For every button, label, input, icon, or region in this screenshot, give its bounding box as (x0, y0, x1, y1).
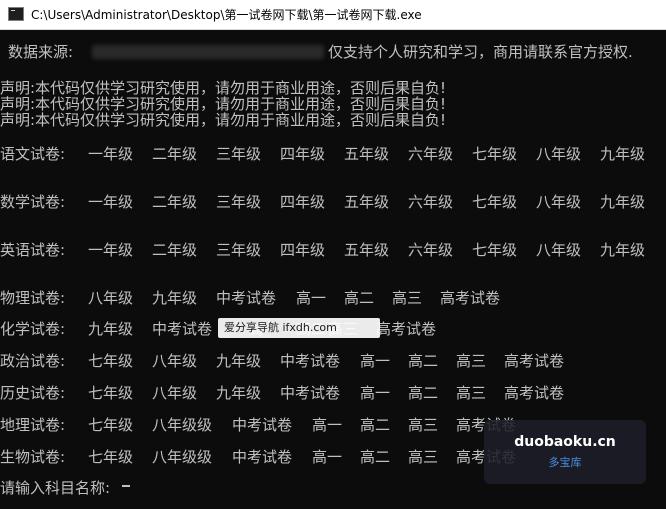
grade-option: 七年级 (88, 448, 134, 466)
grade-option: 九年级 (88, 320, 134, 338)
grade-option: 九年级 (216, 384, 262, 402)
grade-option: 高二 (344, 289, 375, 307)
grade-option: 六年级 (408, 241, 454, 259)
grade-option: 三年级 (216, 193, 262, 211)
grade-option: 高三 (392, 289, 423, 307)
source-label: 数据来源: (8, 43, 74, 61)
input-prompt: 请输入科目名称: (0, 479, 111, 497)
grade-option: 中考试卷 (232, 448, 293, 466)
grade-option: 九年级 (600, 145, 646, 163)
grade-option: 一年级 (88, 193, 134, 211)
grade-option: 四年级 (280, 145, 326, 163)
watermark-site-name: 多宝库 (548, 456, 582, 469)
grade-option: 高三 (408, 416, 439, 434)
subject-label: 政治试卷: (0, 352, 66, 370)
grade-option: 四年级 (280, 241, 326, 259)
grade-option: 高三 (456, 352, 487, 370)
grade-option: 八年级 (88, 289, 134, 307)
grade-option: 八年级 (152, 352, 198, 370)
grade-option: 高三 (456, 384, 487, 402)
grade-option: 一年级 (88, 145, 134, 163)
grade-option: 二年级 (152, 145, 198, 163)
subject-label: 数学试卷: (0, 193, 66, 211)
grade-option: 六年级 (408, 145, 454, 163)
grade-option: 中考试卷 (280, 384, 341, 402)
grade-option: 中考试卷 (232, 416, 293, 434)
subject-label: 语文试卷: (0, 145, 66, 163)
subject-label: 物理试卷: (0, 289, 66, 307)
grade-option: 高三 (408, 448, 439, 466)
grade-option: 二年级 (152, 193, 198, 211)
subject-label: 生物试卷: (0, 448, 66, 466)
subject-row: 数学试卷: 一年级 二年级 三年级 四年级 五年级 六年级 七年级 八年级 九年级 (0, 194, 666, 210)
text-cursor (122, 485, 130, 487)
grade-option: 八年级级 (152, 416, 213, 434)
grade-option: 二年级 (152, 241, 198, 259)
grade-option: 七年级 (472, 241, 518, 259)
grade-option: 八年级 (536, 145, 582, 163)
grade-option: 中考试卷 (280, 352, 341, 370)
console-window: C:\Users\Administrator\Desktop\第一试卷网下载\第… (0, 0, 666, 509)
grade-option: 中考试卷 (216, 289, 277, 307)
grade-option: 九年级 (600, 193, 646, 211)
grade-option: 高一 (312, 416, 343, 434)
grade-option: 高一 (360, 352, 391, 370)
grade-option: 中考试卷 (152, 320, 213, 338)
grade-option: 一年级 (88, 241, 134, 259)
title-bar[interactable]: C:\Users\Administrator\Desktop\第一试卷网下载\第… (0, 0, 666, 30)
subject-label: 化学试卷: (0, 320, 66, 338)
grade-option: 八年级级 (152, 448, 213, 466)
grade-option: 九年级 (216, 352, 262, 370)
grade-option: 高考试卷 (376, 320, 437, 338)
subject-row: 英语试卷: 一年级 二年级 三年级 四年级 五年级 六年级 七年级 八年级 九年级 (0, 242, 666, 258)
grade-option: 高考试卷 (504, 384, 565, 402)
subject-label: 英语试卷: (0, 241, 66, 259)
grade-option: 七年级 (472, 145, 518, 163)
grade-option: 七年级 (88, 384, 134, 402)
grade-option: 高一 (312, 448, 343, 466)
grade-option: 七年级 (88, 352, 134, 370)
blurred-source-url (92, 45, 324, 59)
grade-option: 五年级 (344, 241, 390, 259)
grade-option: 五年级 (344, 193, 390, 211)
grade-option: 三年级 (216, 145, 262, 163)
watermark-corner: duobaoku.cn 多宝库 (484, 420, 646, 484)
declaration-line: 声明:本代码仅供学习研究使用，请勿用于商业用途，否则后果自负! (0, 111, 447, 129)
grade-option: 三年级 (216, 241, 262, 259)
declaration-line: 声明:本代码仅供学习研究使用，请勿用于商业用途，否则后果自负! (0, 95, 447, 113)
grade-option: 四年级 (280, 193, 326, 211)
subject-row: 物理试卷: 八年级 九年级 中考试卷 高一 高二 高三 高考试卷 (0, 290, 666, 306)
subject-row: 历史试卷: 七年级 八年级 九年级 中考试卷 高一 高二 高三 高考试卷 (0, 385, 666, 401)
grade-option: 八年级 (536, 241, 582, 259)
grade-option: 高二 (360, 448, 391, 466)
grade-option: 高一 (296, 289, 327, 307)
console-app-icon[interactable] (8, 7, 24, 21)
source-note: 仅支持个人研究和学习，商用请联系官方授权. (328, 43, 633, 61)
grade-option: 高一 (360, 384, 391, 402)
grade-option: 九年级 (152, 289, 198, 307)
grade-option: 九年级 (600, 241, 646, 259)
watermark-domain: duobaoku.cn (514, 434, 616, 450)
subject-row: 政治试卷: 七年级 八年级 九年级 中考试卷 高一 高二 高三 高考试卷 (0, 353, 666, 369)
subject-label: 地理试卷: (0, 416, 66, 434)
grade-option: 高二 (408, 384, 439, 402)
subject-label: 历史试卷: (0, 384, 66, 402)
grade-option: 七年级 (88, 416, 134, 434)
grade-option: 高考试卷 (440, 289, 501, 307)
grade-option: 高二 (408, 352, 439, 370)
grade-option: 五年级 (344, 145, 390, 163)
grade-option: 八年级 (152, 384, 198, 402)
grade-option: 八年级 (536, 193, 582, 211)
window-title: C:\Users\Administrator\Desktop\第一试卷网下载\第… (31, 8, 422, 22)
grade-option: 高二 (360, 416, 391, 434)
grade-option: 七年级 (472, 193, 518, 211)
subject-row: 语文试卷: 一年级 二年级 三年级 四年级 五年级 六年级 七年级 八年级 九年级 (0, 146, 666, 162)
watermark-center: 爱分享导航 ifxdh.com (218, 318, 380, 338)
grade-option: 高考试卷 (504, 352, 565, 370)
declaration-line: 声明:本代码仅供学习研究使用，请勿用于商业用途，否则后果自负! (0, 79, 447, 97)
grade-option: 六年级 (408, 193, 454, 211)
